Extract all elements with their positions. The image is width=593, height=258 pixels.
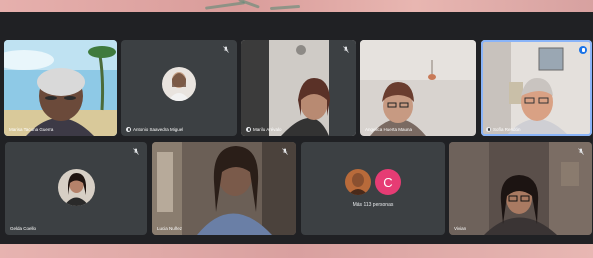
participant-tile-active-speaker[interactable]: Sofía Rendón bbox=[481, 40, 592, 136]
participant-tile[interactable]: Gelda Coello bbox=[5, 142, 147, 235]
participant-tile[interactable]: Marisa Tacuna Guerra bbox=[4, 40, 117, 136]
pin-icon bbox=[246, 127, 251, 132]
mic-off-icon bbox=[223, 46, 229, 53]
pin-icon bbox=[486, 127, 491, 132]
participant-letter-avatar: C bbox=[375, 169, 401, 195]
participant-video bbox=[4, 40, 117, 136]
participant-video bbox=[152, 142, 296, 235]
participant-name: Lucia Nuñez bbox=[157, 226, 183, 231]
participant-video bbox=[481, 40, 592, 136]
pin-icon bbox=[126, 127, 131, 132]
participant-name: Marilu Arévalo bbox=[246, 127, 282, 132]
participant-tile[interactable]: Vivian bbox=[449, 142, 592, 235]
participant-video bbox=[241, 40, 356, 136]
mic-off-icon bbox=[133, 148, 139, 155]
participant-tile[interactable]: Lucia Nuñez bbox=[152, 142, 296, 235]
mic-off-icon bbox=[343, 46, 349, 53]
participant-tile[interactable]: Angelica Huerta Mauna bbox=[360, 40, 476, 136]
participant-name: Antonio Saavedra Miguel bbox=[126, 127, 183, 132]
participant-avatar bbox=[58, 169, 95, 206]
more-participants-label: Más 113 personas bbox=[352, 202, 394, 208]
participant-name: Angelica Huerta Mauna bbox=[365, 127, 413, 132]
meeting-grid: Marisa Tacuna Guerra Antonio Saavedra Mi… bbox=[0, 12, 593, 244]
participant-name: Gelda Coello bbox=[10, 226, 37, 231]
mic-off-icon bbox=[578, 148, 584, 155]
background-bottom bbox=[0, 244, 593, 258]
mic-off-icon bbox=[282, 148, 288, 155]
participant-tile[interactable]: Antonio Saavedra Miguel bbox=[121, 40, 237, 136]
participant-name: Marisa Tacuna Guerra bbox=[9, 127, 54, 132]
participant-name: Vivian bbox=[454, 226, 467, 231]
speaking-indicator-icon bbox=[579, 46, 587, 54]
participant-tile[interactable]: Marilu Arévalo bbox=[241, 40, 356, 136]
participant-name: Sofía Rendón bbox=[486, 127, 521, 132]
participant-video bbox=[449, 142, 592, 235]
more-participants-tile[interactable]: C Más 113 personas bbox=[301, 142, 445, 235]
participant-avatar bbox=[162, 67, 196, 101]
participant-avatar bbox=[345, 169, 371, 195]
participant-video bbox=[360, 40, 476, 136]
